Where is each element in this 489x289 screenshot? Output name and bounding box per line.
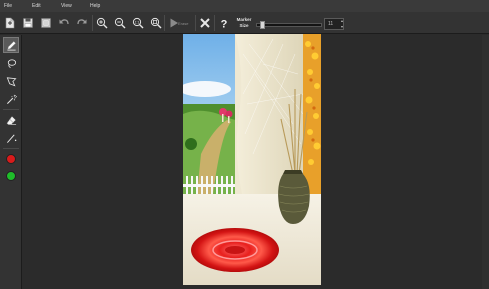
redo-button[interactable] <box>74 15 90 31</box>
lasso-icon <box>7 58 16 68</box>
zoom-in-icon <box>96 17 108 29</box>
erase-label: Erase <box>178 21 189 26</box>
toolbar: 1:1 Erase ? Marker Size 11 ▲ ▼ <box>0 12 489 34</box>
marker-size-slider[interactable] <box>256 21 322 29</box>
menu-bar: File Edit View Help <box>0 0 489 12</box>
new-file-button[interactable] <box>2 15 18 31</box>
toolbar-separator <box>195 15 196 31</box>
menu-file[interactable]: File <box>0 3 12 9</box>
zoom-fit-button[interactable] <box>148 15 164 31</box>
save-as-icon <box>41 18 51 28</box>
marker-icon <box>6 40 16 50</box>
svg-text:?: ? <box>221 19 228 30</box>
tool-separator <box>3 109 19 110</box>
marker-size-value: 11 <box>328 21 334 27</box>
close-button[interactable] <box>197 15 213 31</box>
menu-help[interactable]: Help <box>86 3 100 9</box>
polygon-lasso-icon <box>6 76 17 86</box>
undo-icon <box>59 19 69 25</box>
toolbar-separator <box>214 15 215 31</box>
magic-wand-icon <box>6 94 17 104</box>
menu-edit[interactable]: Edit <box>28 3 41 9</box>
secondary-color-swatch[interactable] <box>3 168 19 184</box>
menu-view[interactable]: View <box>57 3 72 9</box>
tool-panel <box>0 35 22 289</box>
close-icon <box>200 18 210 28</box>
save-as-button[interactable] <box>38 15 54 31</box>
line-icon <box>6 134 16 143</box>
marker-size-label-line2: Size <box>239 23 249 28</box>
save-icon <box>23 18 33 28</box>
zoom-fit-icon <box>150 17 162 29</box>
spin-down-icon[interactable]: ▼ <box>339 24 345 30</box>
zoom-reset-icon: 1:1 <box>132 17 144 29</box>
magic-wand-tool-button[interactable] <box>3 91 19 107</box>
primary-color-dot <box>6 154 16 164</box>
zoom-out-button[interactable] <box>112 15 128 31</box>
zoom-out-icon <box>114 17 126 29</box>
svg-text:1:1: 1:1 <box>135 20 140 24</box>
marker-size-slider-thumb[interactable] <box>260 21 265 29</box>
vertical-scrollbar[interactable] <box>482 35 489 289</box>
tool-separator <box>3 148 19 149</box>
marker-size-label: Marker Size <box>235 17 253 29</box>
lasso-tool-button[interactable] <box>3 55 19 71</box>
marker-tool-button[interactable] <box>3 37 19 53</box>
save-button[interactable] <box>20 15 36 31</box>
secondary-color-dot <box>6 171 16 181</box>
zoom-in-button[interactable] <box>94 15 110 31</box>
zoom-reset-button[interactable]: 1:1 <box>130 15 146 31</box>
new-file-icon <box>5 17 15 29</box>
image-canvas[interactable] <box>183 34 321 285</box>
eraser-tool-button[interactable] <box>3 112 19 128</box>
toolbar-separator <box>164 15 165 31</box>
line-tool-button[interactable] <box>3 130 19 146</box>
undo-button[interactable] <box>56 15 72 31</box>
toolbar-separator <box>92 15 93 31</box>
canvas-image <box>183 34 321 285</box>
eraser-icon <box>6 115 16 125</box>
polygon-lasso-tool-button[interactable] <box>3 73 19 89</box>
redo-icon <box>77 19 87 25</box>
help-icon: ? <box>221 19 228 30</box>
primary-color-swatch[interactable] <box>3 151 19 167</box>
marker-size-spinner[interactable]: ▲ ▼ <box>339 18 345 30</box>
help-button[interactable]: ? <box>216 15 232 31</box>
